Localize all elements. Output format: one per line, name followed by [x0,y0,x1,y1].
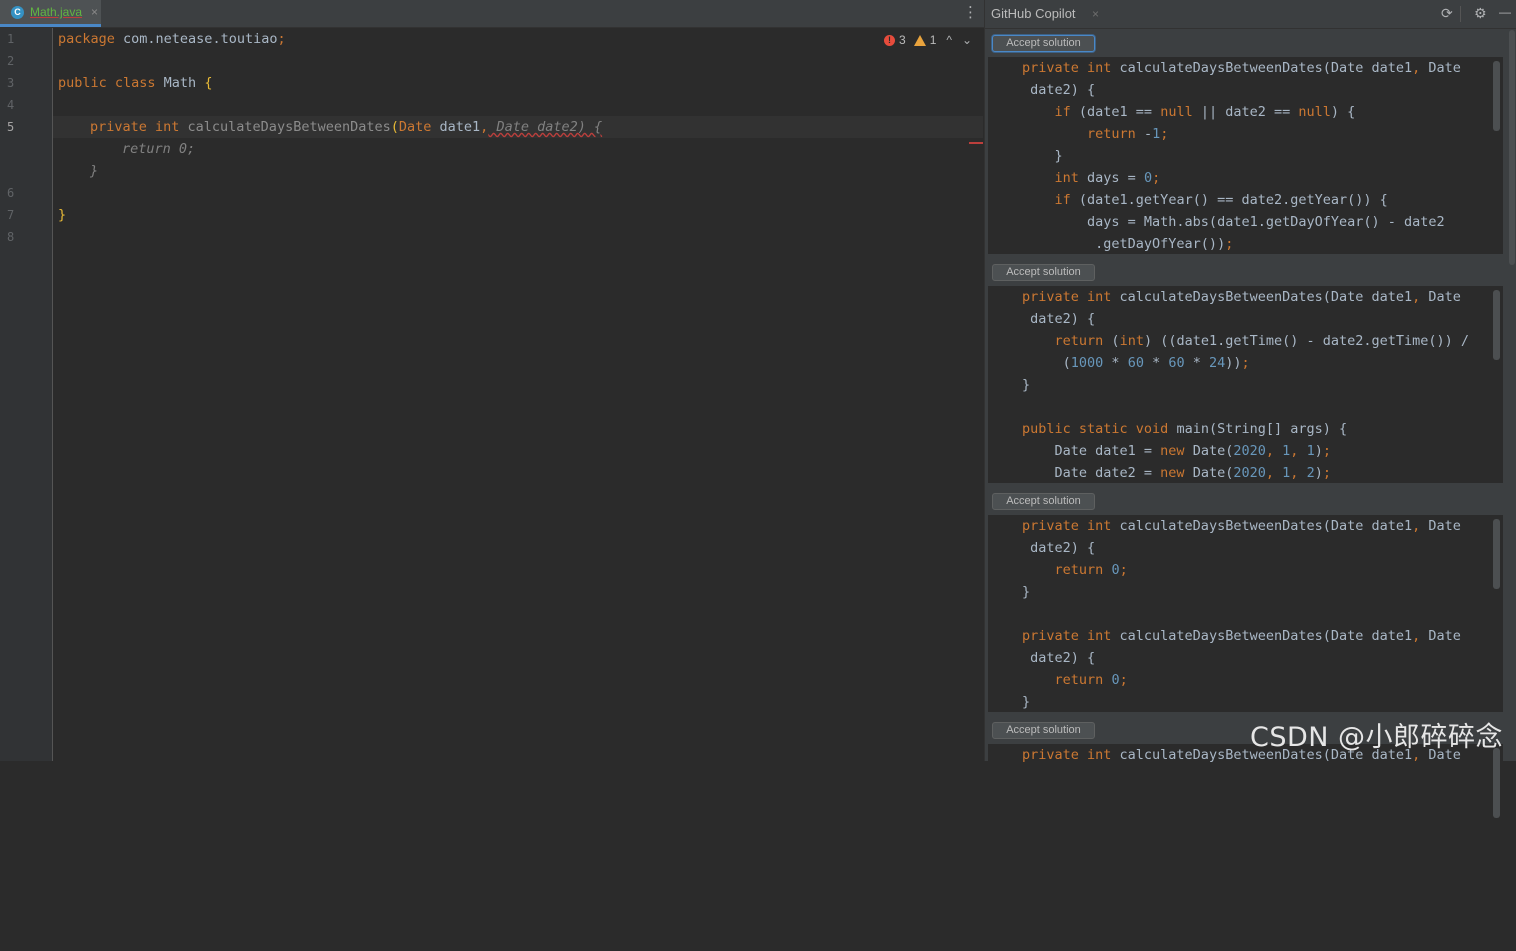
copilot-close-icon[interactable]: × [1092,7,1099,21]
solution-code-line: return (int) ((date1.getTime() - date2.g… [1054,333,1470,349]
warning-count: 1 [929,33,937,47]
minimize-icon[interactable]: — [1499,5,1511,19]
accept-solution-button[interactable]: Accept solution [992,35,1095,52]
solution-code-line: public static void main(String[] args) { [1022,421,1348,437]
header-divider [1460,6,1461,22]
solution-code-line: days = Math.abs(date1.getDayOfYear() - d… [1022,214,1445,230]
ghost-suggestion-close: } [90,163,99,179]
accept-solution-button[interactable]: Accept solution [992,722,1095,739]
editor-tab-bar: C Math.java × ⋮ [0,0,984,28]
solution-code[interactable]: private int calculateDaysBetweenDates(Da… [988,744,1503,941]
line-number: 4 [7,98,15,112]
solution-code-line: int days = 0; [1054,170,1161,186]
settings-icon[interactable]: ⚙ [1474,5,1487,22]
copilot-solution: Accept solution private int calculateDays… [988,493,1503,722]
solution-code-line: private int calculateDaysBetweenDates(Da… [1022,289,1461,305]
solution-code-line: private int calculateDaysBetweenDates(Da… [1022,628,1461,644]
line-number: 6 [7,186,15,200]
line-number: 8 [7,230,15,244]
inline-suggestion: Date date2) { [488,119,603,135]
copilot-solution: Accept solution private int calculateDays… [988,264,1503,493]
line-number: 2 [7,54,15,68]
inspection-widget[interactable]: ! 3 1 ^ ⌄ [884,33,972,47]
copilot-solution: Accept solution private int calculateDays… [988,722,1503,951]
solution-code-line: date2) { [1022,311,1096,327]
copilot-panel: GitHub Copilot × ⟳ ⚙ — Accept solution pr… [984,0,1516,941]
line-number: 7 [7,208,15,222]
tab-close-icon[interactable]: × [91,5,98,19]
solution-code-line: return 0; [1054,672,1128,688]
solution-code[interactable]: private int calculateDaysBetweenDates(Da… [988,286,1503,483]
error-stripe-marker[interactable] [969,142,983,144]
solution-code-line: private int calculateDaysBetweenDates(Da… [1022,60,1461,76]
code-line-7: } [58,207,67,223]
warning-icon [913,34,926,46]
solution-scrollbar[interactable] [1493,519,1500,589]
previous-highlight-icon[interactable]: ^ [946,33,952,47]
copilot-header: GitHub Copilot × ⟳ ⚙ — [985,0,1516,29]
tab-label: Math.java [30,5,83,19]
accept-solution-button[interactable]: Accept solution [992,264,1095,281]
copilot-scrollbar[interactable] [1509,30,1515,265]
solution-code-line: } [1022,584,1031,600]
line-number: 1 [7,32,15,46]
error-icon: ! [884,34,895,46]
copilot-solution: Accept solution private int calculateDays… [988,35,1503,264]
solution-code-line: } [1022,148,1063,164]
solution-code-line: date2) { [1022,650,1096,666]
solution-scrollbar[interactable] [1493,61,1500,131]
solution-code-line: } [1022,694,1031,710]
solution-code-line: date2) { [1022,82,1096,98]
solution-code[interactable]: private int calculateDaysBetweenDates(Da… [988,57,1503,254]
solution-code-line: .getDayOfYear()); [1022,236,1234,252]
csdn-watermark: CSDN @小郎碎碎念 [1250,722,1504,753]
java-class-icon: C [11,5,24,19]
next-highlight-icon[interactable]: ⌄ [962,33,972,47]
editor-pane: C Math.java × ⋮ 1 2 3 4 5 6 7 8 package … [0,0,984,761]
tab-menu-icon[interactable]: ⋮ [963,5,978,21]
tab-math-java[interactable]: C Math.java × [0,0,101,27]
ghost-suggestion-return: return 0; [122,141,196,157]
error-count: 3 [899,33,906,47]
line-number: 3 [7,76,15,90]
line-number-current: 5 [7,120,15,134]
code-line-1: package com.netease.toutiao; [58,31,286,47]
solution-code-line: if (date1 == null || date2 == null) { [1054,104,1356,120]
solution-scrollbar[interactable] [1493,290,1500,360]
solution-code-line: } [1022,377,1031,393]
solution-code-line: return 0; [1054,562,1128,578]
accept-solution-button[interactable]: Accept solution [992,493,1095,510]
code-line-5: private int calculateDaysBetweenDates(Da… [90,119,603,135]
solution-code-line: date2) { [1022,540,1096,556]
solution-code-line: if (date1.getYear() == date2.getYear()) … [1054,192,1388,208]
refresh-icon[interactable]: ⟳ [1441,5,1453,22]
solution-code[interactable]: private int calculateDaysBetweenDates(Da… [988,515,1503,712]
solution-code-line: private int calculateDaysBetweenDates(Da… [1022,518,1461,534]
copilot-title: GitHub Copilot [991,6,1076,21]
code-line-3: public class Math { [58,75,213,91]
solution-scrollbar[interactable] [1493,748,1500,818]
solution-code-line: Date date1 = new Date(2020, 1, 1); [1022,443,1331,459]
solution-code-line: (1000 * 60 * 60 * 24)); [1022,355,1250,371]
solution-code-line: return -1; [1087,126,1169,142]
line-number-gutter: 1 2 3 4 5 6 7 8 [0,28,53,761]
solution-code-line: Date date2 = new Date(2020, 1, 2); [1022,465,1331,481]
